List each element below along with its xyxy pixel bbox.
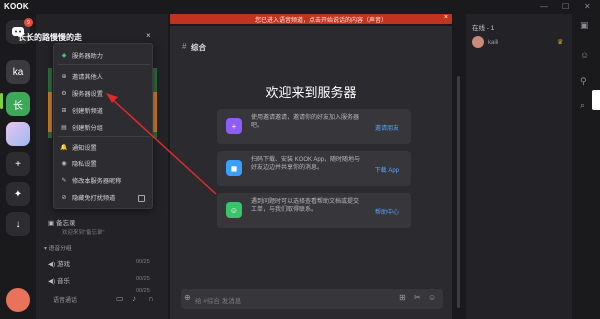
annotation-arrow (106, 93, 217, 195)
arrow-head (106, 93, 118, 103)
arrow-line (111, 98, 217, 195)
